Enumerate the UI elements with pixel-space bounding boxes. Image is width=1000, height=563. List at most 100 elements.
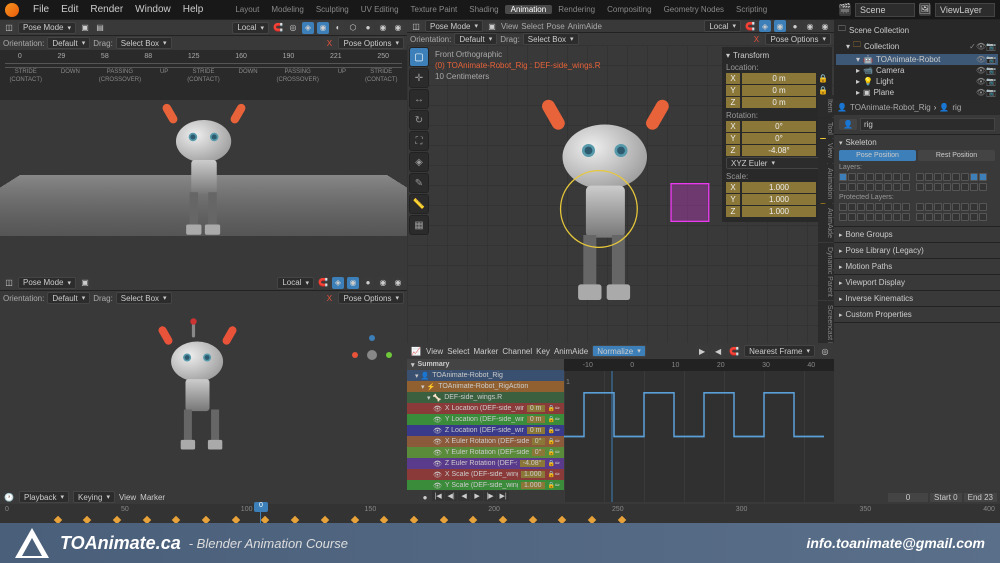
rotation-x[interactable]: 0° xyxy=(742,121,816,132)
tab-animation[interactable]: Animation xyxy=(505,5,553,14)
property-section[interactable]: Motion Paths xyxy=(834,259,1000,275)
overlay-icon[interactable]: ◉ xyxy=(317,22,329,34)
mode-dropdown[interactable]: Pose Mode xyxy=(425,20,483,32)
shading-solid-icon[interactable]: ● xyxy=(789,20,801,32)
scale-z[interactable]: 1.000 xyxy=(742,206,816,217)
shading-solid-icon[interactable]: ● xyxy=(362,277,374,289)
orientation-dropdown[interactable]: Default xyxy=(47,37,90,49)
snap-icon[interactable]: 🧲 xyxy=(272,22,284,34)
graph-channel-row[interactable]: 👁X Scale (DEF-side_wings.R)1.000🔒✏ xyxy=(407,469,564,480)
gizmo-y-axis[interactable] xyxy=(386,352,392,358)
n-panel-tab[interactable]: View xyxy=(818,139,834,162)
x-icon[interactable]: X xyxy=(750,33,762,45)
tool-rotate[interactable]: ↻ xyxy=(409,110,429,130)
lock-icon[interactable]: 🔒 xyxy=(818,86,828,95)
n-panel-tab[interactable]: AnimAide xyxy=(818,204,834,242)
shading-mat-icon[interactable]: ◉ xyxy=(377,22,389,34)
tool-transform[interactable]: ◈ xyxy=(409,152,429,172)
property-section[interactable]: Bone Groups xyxy=(834,227,1000,243)
snap-icon[interactable]: 🧲 xyxy=(728,345,740,357)
snap-icon[interactable]: 🧲 xyxy=(744,20,756,32)
pose-options-dropdown[interactable]: Pose Options xyxy=(765,33,831,45)
shading-mat-icon[interactable]: ◉ xyxy=(377,277,389,289)
orientation-dropdown[interactable]: Default xyxy=(454,33,497,45)
n-panel-tab[interactable]: Tool xyxy=(818,118,834,139)
menu-window[interactable]: Window xyxy=(129,4,177,15)
tab-rendering[interactable]: Rendering xyxy=(552,5,601,14)
pose-options-dropdown[interactable]: Pose Options xyxy=(338,37,404,49)
select-mode-icon[interactable]: ▣ xyxy=(79,22,91,34)
nearest-frame-dropdown[interactable]: Nearest Frame xyxy=(744,345,815,357)
shading-render-icon[interactable]: ◉ xyxy=(819,20,831,32)
play-button[interactable]: ▶ xyxy=(471,491,483,501)
n-panel-tab[interactable]: Screencast Keys xyxy=(818,301,834,343)
drag-dropdown[interactable]: Select Box xyxy=(523,33,579,45)
location-x[interactable]: 0 m xyxy=(742,73,816,84)
shading-render-icon[interactable]: ◉ xyxy=(392,277,404,289)
rotation-gizmo[interactable] xyxy=(559,170,637,248)
editor-type-icon[interactable]: ◫ xyxy=(410,20,422,32)
armature-layers[interactable] xyxy=(839,173,995,181)
channel-bone[interactable]: ▾ 🦴 DEF-side_wings.R xyxy=(407,392,564,403)
proportional-icon[interactable]: ◎ xyxy=(287,22,299,34)
prev-key-button[interactable]: ◀| xyxy=(445,491,457,501)
tab-geometry-nodes[interactable]: Geometry Nodes xyxy=(658,5,730,14)
protected-layers-2[interactable] xyxy=(839,213,995,221)
tab-modeling[interactable]: Modeling xyxy=(265,5,309,14)
menu-help[interactable]: Help xyxy=(177,4,210,15)
property-section[interactable]: Pose Library (Legacy) xyxy=(834,243,1000,259)
ge-menu-key[interactable]: Key xyxy=(536,347,550,356)
tab-uv-editing[interactable]: UV Editing xyxy=(355,5,405,14)
outliner-item[interactable]: ▾🤖TOAnimate-Robot 👁📷 xyxy=(836,54,998,65)
ge-menu-select[interactable]: Select xyxy=(447,347,469,356)
tl-playback-menu[interactable]: Playback xyxy=(19,491,69,503)
tab-layout[interactable]: Layout xyxy=(229,5,265,14)
menu-render[interactable]: Render xyxy=(84,4,129,15)
orientation-dropdown[interactable]: Default xyxy=(47,292,90,304)
selected-bone-widget[interactable] xyxy=(670,183,709,222)
tab-shading[interactable]: Shading xyxy=(463,5,504,14)
outliner-collection[interactable]: ▾🗀Collection ✓👁📷 xyxy=(836,38,998,54)
pose-options-dropdown[interactable]: Pose Options xyxy=(338,292,404,304)
n-panel-tab[interactable]: Dynamic Parent xyxy=(818,243,834,301)
jump-start-button[interactable]: |◀ xyxy=(432,491,444,501)
menu-select[interactable]: Select xyxy=(521,22,543,31)
normalize-button[interactable]: Normalize xyxy=(592,345,646,357)
gizmo-x-axis[interactable] xyxy=(352,352,358,358)
orient-local[interactable]: Local xyxy=(232,22,269,34)
gizmo-icon[interactable]: ◈ xyxy=(302,22,314,34)
channel-rig[interactable]: ▾ 👤 TOAnimate-Robot_Rig xyxy=(407,370,564,381)
editor-type-icon[interactable]: ◫ xyxy=(3,277,15,289)
end-frame-input[interactable]: End 23 xyxy=(964,493,997,502)
select-mode-icon[interactable]: ▤ xyxy=(94,22,106,34)
visibility-icons[interactable]: 👁📷 xyxy=(976,66,996,75)
shading-wire-icon[interactable]: ⬡ xyxy=(347,22,359,34)
lock-icon[interactable]: 🔒 xyxy=(818,74,828,83)
graph-channel-row[interactable]: 👁Z Location (DEF-side_wings0 m🔒✏ xyxy=(407,425,564,436)
protected-layers[interactable] xyxy=(839,203,995,211)
shading-solid-icon[interactable]: ● xyxy=(362,22,374,34)
overlay-icon[interactable]: ◉ xyxy=(774,20,786,32)
orient-local[interactable]: Local xyxy=(704,20,741,32)
tool-extrude[interactable]: ▦ xyxy=(409,215,429,235)
ge-icon[interactable]: ▶ xyxy=(696,345,708,357)
drag-dropdown[interactable]: Select Box xyxy=(116,37,172,49)
channel-summary[interactable]: ▾ Summary xyxy=(407,359,564,370)
graph-curves-area[interactable]: -10 0 10 20 30 40 1 xyxy=(564,359,834,502)
editor-type-icon[interactable]: 📈 xyxy=(410,345,422,357)
tl-view-menu[interactable]: View xyxy=(119,493,136,502)
visibility-icons[interactable]: 👁📷 xyxy=(976,55,996,64)
xray-icon[interactable]: ◐ xyxy=(332,22,344,34)
scale-y[interactable]: 1.000 xyxy=(742,194,816,205)
skeleton-section-header[interactable]: Skeleton xyxy=(839,138,995,147)
graph-channel-row[interactable]: 👁Z Euler Rotation (DEF-side-4.08°🔒✏ xyxy=(407,458,564,469)
gizmo-icon[interactable]: ◈ xyxy=(759,20,771,32)
ge-menu-marker[interactable]: Marker xyxy=(473,347,498,356)
x-icon[interactable]: X xyxy=(323,37,335,49)
editor-type-icon[interactable]: 🕐 xyxy=(3,491,15,503)
select-mode-icon[interactable]: ▣ xyxy=(486,20,498,32)
property-section[interactable]: Inverse Kinematics xyxy=(834,291,1000,307)
tab-texture-paint[interactable]: Texture Paint xyxy=(405,5,464,14)
viewport-upper-left[interactable] xyxy=(0,100,407,275)
outliner-item[interactable]: ▸📹Camera 👁📷 xyxy=(836,65,998,76)
